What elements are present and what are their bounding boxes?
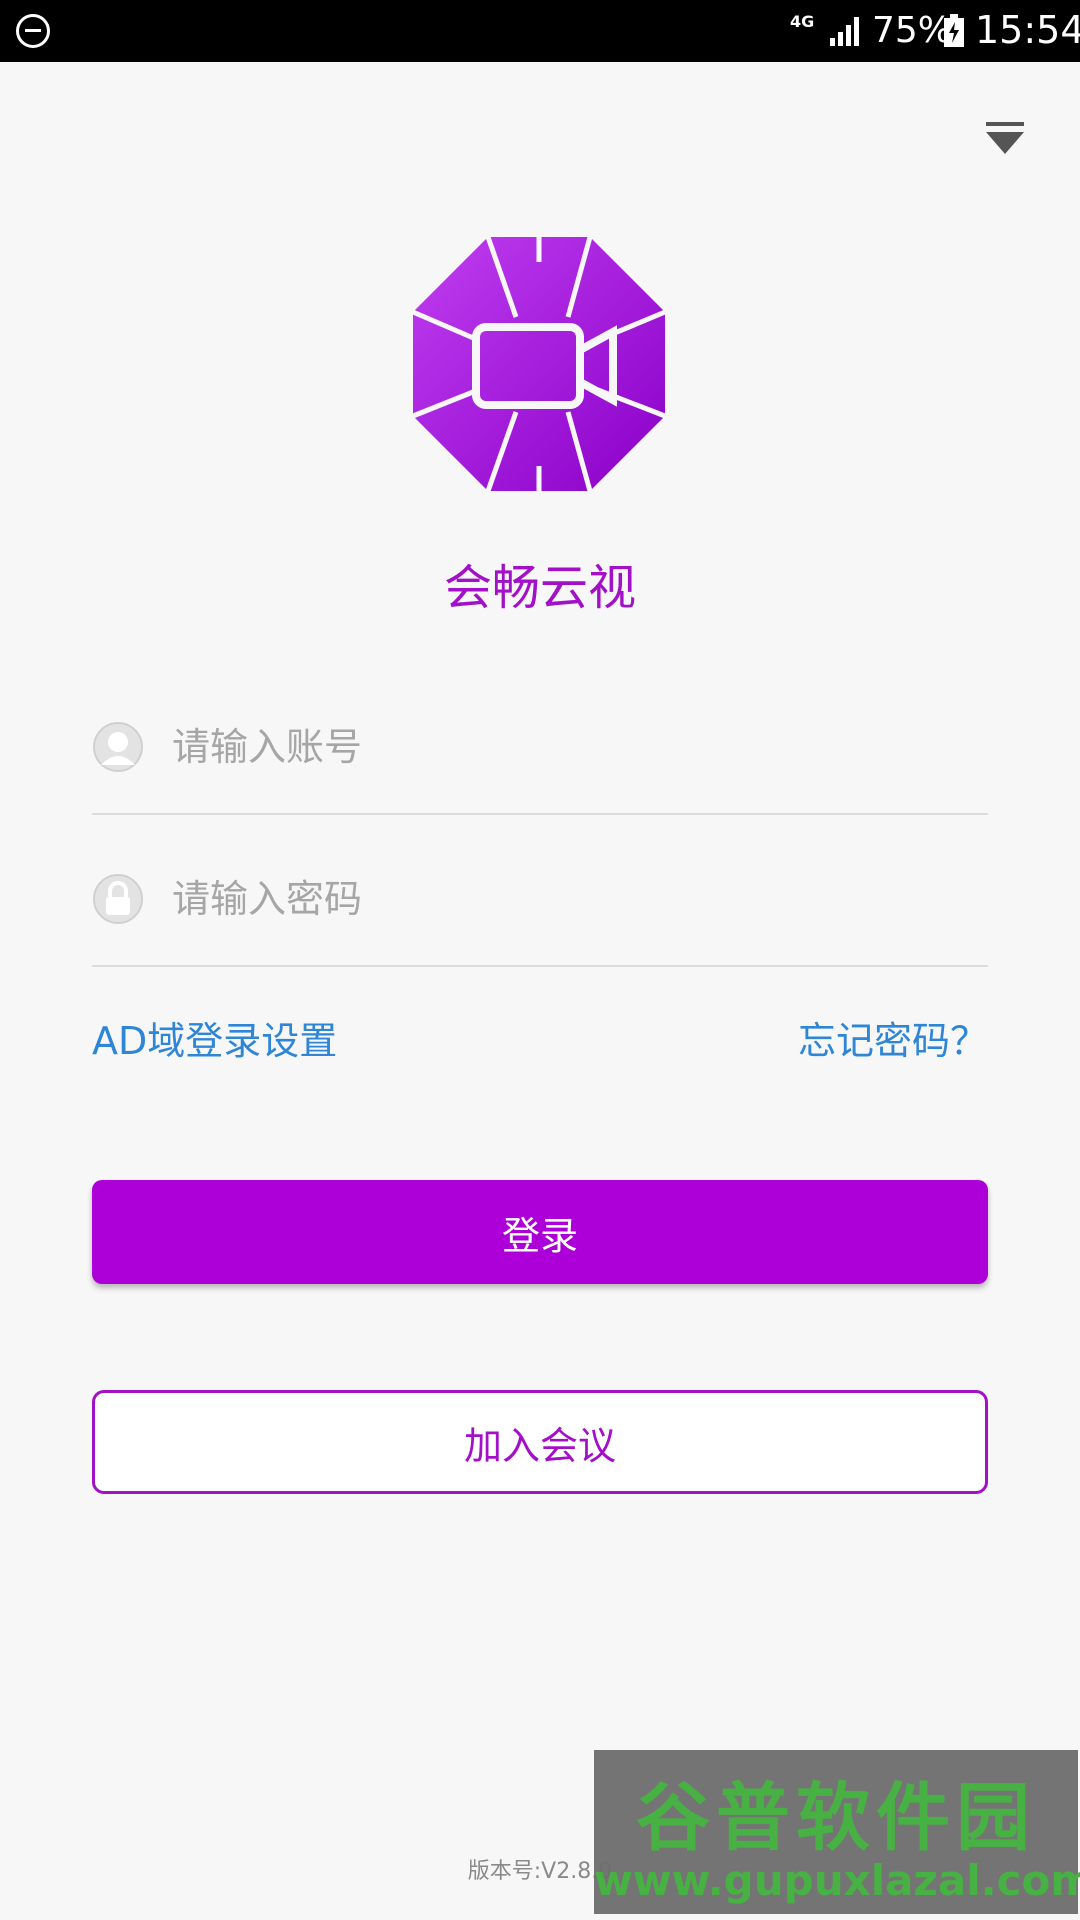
signal-icon xyxy=(830,17,859,46)
battery-charging-icon xyxy=(944,14,964,47)
ad-domain-login-settings-link[interactable]: AD域登录设置 xyxy=(92,1010,337,1065)
lock-icon xyxy=(93,874,143,924)
login-button[interactable]: 登录 xyxy=(92,1180,988,1284)
do-not-disturb-icon xyxy=(16,14,50,48)
forgot-password-link[interactable]: 忘记密码？ xyxy=(798,1010,988,1065)
password-input[interactable] xyxy=(172,867,972,931)
watermark-title: 谷普软件园 xyxy=(636,1775,1036,1861)
user-avatar-icon xyxy=(93,722,143,772)
battery-percent: 75% xyxy=(872,10,953,51)
dropdown-triangle-icon[interactable] xyxy=(984,118,1026,158)
account-input[interactable] xyxy=(172,715,972,779)
status-bar: 4G 75% 15:54 xyxy=(0,0,1080,62)
app-title: 会畅云视 xyxy=(443,560,636,616)
password-field xyxy=(92,817,988,967)
watermark-logo: 谷普软件园 www.gupuxlazal.com xyxy=(594,1750,1080,1914)
video-camera-octagon-logo xyxy=(412,236,666,492)
network-type: 4G xyxy=(790,12,815,31)
join-meeting-button[interactable]: 加入会议 xyxy=(92,1390,988,1494)
watermark-url: www.gupuxlazal.com xyxy=(594,1856,1080,1905)
account-field xyxy=(92,665,988,815)
status-time: 15:54 xyxy=(975,8,1080,52)
